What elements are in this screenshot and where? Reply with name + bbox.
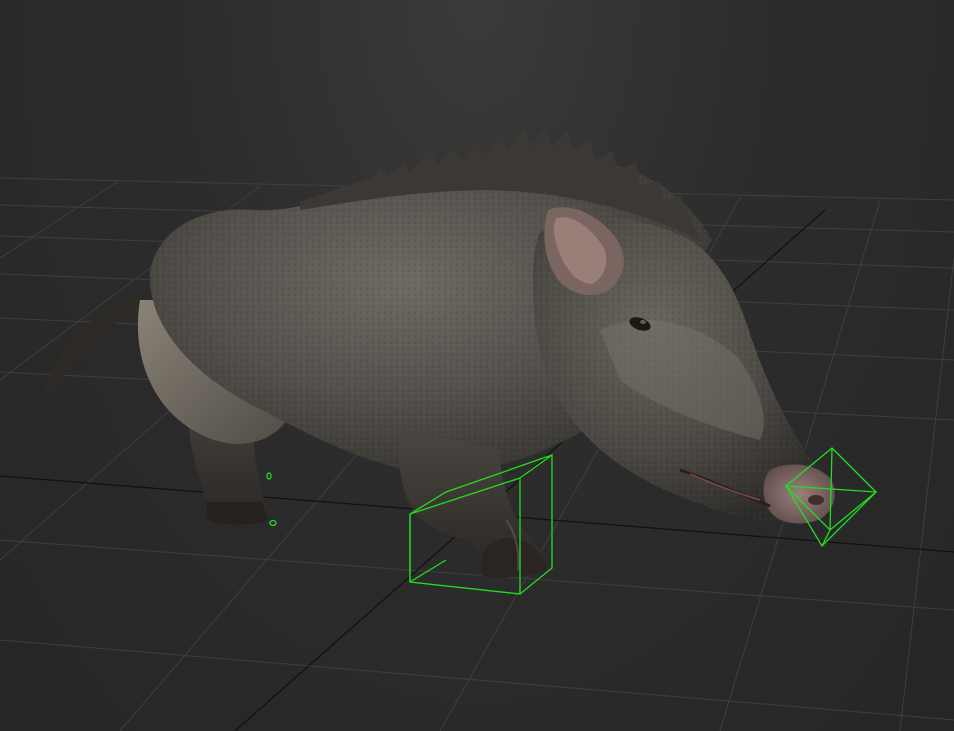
- boar-front-hoof: [482, 538, 548, 578]
- wild-boar-model[interactable]: [42, 128, 835, 578]
- 3d-viewport[interactable]: [0, 0, 954, 731]
- boar-snout: [763, 464, 835, 524]
- viewport-canvas[interactable]: [0, 0, 954, 731]
